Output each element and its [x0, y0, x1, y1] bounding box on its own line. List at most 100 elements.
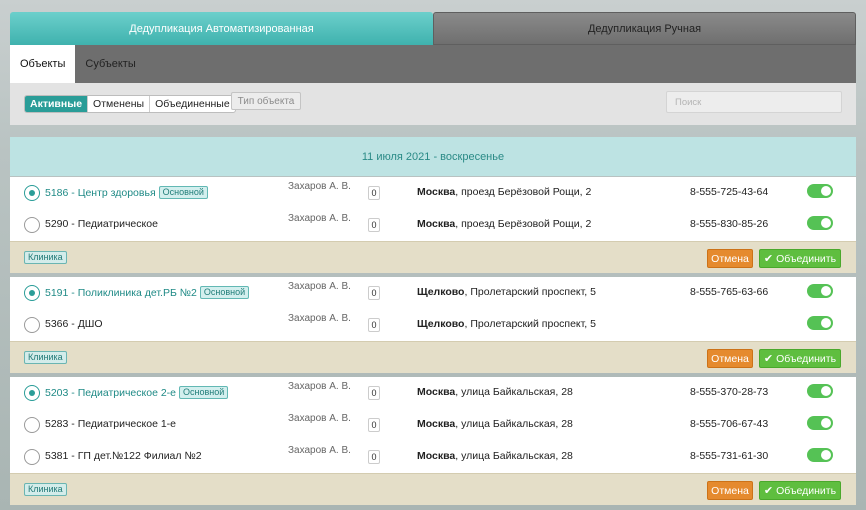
- main-radio[interactable]: [24, 285, 40, 301]
- tab-objects[interactable]: Объекты: [10, 45, 76, 83]
- address-city: Москва: [417, 186, 456, 198]
- merge-button[interactable]: ✔ Объединить: [759, 349, 841, 368]
- main-radio[interactable]: [24, 385, 40, 401]
- check-icon: ✔: [763, 485, 774, 497]
- object-name-text: 5186 - Центр здоровья: [45, 187, 156, 199]
- phone: 8-555-706-67-43: [690, 418, 769, 430]
- main-radio[interactable]: [24, 317, 40, 333]
- category-tag: Клиника: [24, 251, 67, 264]
- search-input[interactable]: Поиск: [666, 91, 842, 113]
- address-street: , улица Байкальская, 28: [455, 418, 573, 430]
- responsible-person: Захаров А. В.: [288, 281, 351, 292]
- tab-manual-dedup[interactable]: Дедупликация Ручная: [433, 12, 856, 45]
- group-footer: Клиника Отмена ✔ Объединить: [10, 341, 856, 373]
- main-radio[interactable]: [24, 217, 40, 233]
- object-type-button[interactable]: Тип объекта: [231, 92, 301, 110]
- toggle-switch[interactable]: [807, 284, 833, 298]
- phone: 8-555-725-43-64: [690, 186, 769, 198]
- address-city: Москва: [417, 386, 456, 398]
- address-street: , проезд Берёзовой Рощи, 2: [455, 218, 592, 230]
- filter-cancelled[interactable]: Отменены: [88, 96, 151, 112]
- responsible-person: Захаров А. В.: [288, 213, 351, 224]
- count-badge: 0: [368, 286, 380, 300]
- table-row: 5191 - Поликлиника дет.РБ №2 Основной Заха…: [10, 277, 856, 309]
- address: Москва, проезд Берёзовой Рощи, 2: [417, 218, 591, 230]
- toggle-switch[interactable]: [807, 416, 833, 430]
- toggle-switch[interactable]: [807, 316, 833, 330]
- responsible-person: Захаров А. В.: [288, 381, 351, 392]
- object-name-text: 5290 - Педиатрическое: [45, 218, 158, 230]
- responsible-person: Захаров А. В.: [288, 313, 351, 324]
- object-name-text: 5381 - ГП дет.№122 Филиал №2: [45, 450, 202, 462]
- table-row: 5203 - Педиатрическое 2-е Основной Захаров…: [10, 377, 856, 409]
- tab-auto-dedup[interactable]: Дедупликация Автоматизированная: [10, 12, 433, 45]
- object-name: 5381 - ГП дет.№122 Филиал №2: [45, 450, 202, 462]
- address-city: Москва: [417, 418, 456, 430]
- address: Москва, улица Байкальская, 28: [417, 418, 573, 430]
- address-street: , проезд Берёзовой Рощи, 2: [455, 186, 592, 198]
- object-name: 5290 - Педиатрическое: [45, 218, 158, 230]
- table-row: 5186 - Центр здоровья Основной Захаров А. …: [10, 177, 856, 209]
- count-badge: 0: [368, 318, 380, 332]
- object-name[interactable]: 5186 - Центр здоровья Основной: [45, 186, 208, 199]
- filter-active[interactable]: Активные: [25, 96, 89, 112]
- merge-label: Объединить: [776, 484, 837, 497]
- cancel-button[interactable]: Отмена: [707, 249, 753, 268]
- table-row: 5366 - ДШО Захаров А. В. 0 Щелково, Пролета…: [10, 309, 856, 341]
- category-tag: Клиника: [24, 483, 67, 496]
- object-name-text: 5283 - Педиатрическое 1-е: [45, 418, 177, 430]
- phone: 8-555-765-63-66: [690, 286, 769, 298]
- phone: 8-555-731-61-30: [690, 450, 769, 462]
- phone: 8-555-370-28-73: [690, 386, 769, 398]
- object-name[interactable]: 5191 - Поликлиника дет.РБ №2 Основной: [45, 286, 250, 299]
- main-radio[interactable]: [24, 449, 40, 465]
- object-name-text: 5366 - ДШО: [45, 318, 103, 330]
- object-name: 5366 - ДШО: [45, 318, 103, 330]
- date-header: 11 июля 2021 - воскресенье: [10, 137, 856, 176]
- address-city: Москва: [417, 218, 456, 230]
- count-badge: 0: [368, 418, 380, 432]
- category-tag: Клиника: [24, 351, 67, 364]
- address-street: , Пролетарский проспект, 5: [464, 286, 596, 298]
- filter-merged[interactable]: Объединенные: [150, 96, 235, 112]
- merge-button[interactable]: ✔ Объединить: [759, 481, 841, 500]
- main-badge: Основной: [199, 286, 250, 299]
- count-badge: 0: [368, 386, 380, 400]
- count-badge: 0: [368, 450, 380, 464]
- group-footer: Клиника Отмена ✔ Объединить: [10, 473, 856, 505]
- main-tabs: Дедупликация Автоматизированная Дедуплик…: [10, 12, 856, 45]
- object-name[interactable]: 5203 - Педиатрическое 2-е Основной: [45, 386, 229, 399]
- responsible-person: Захаров А. В.: [288, 445, 351, 456]
- cancel-button[interactable]: Отмена: [707, 481, 753, 500]
- address-city: Щелково: [417, 318, 465, 330]
- table-row: 5381 - ГП дет.№122 Филиал №2 Захаров А. В…: [10, 441, 856, 473]
- object-name-text: 5203 - Педиатрическое 2-е: [45, 387, 177, 399]
- filter-bar: Активные Отменены Объединенные Тип объек…: [10, 83, 856, 125]
- merge-button[interactable]: ✔ Объединить: [759, 249, 841, 268]
- address: Москва, улица Байкальская, 28: [417, 386, 573, 398]
- tab-subjects[interactable]: Субъекты: [75, 45, 145, 83]
- status-filter: Активные Отменены Объединенные: [24, 95, 236, 113]
- check-icon: ✔: [763, 353, 774, 365]
- group-footer: Клиника Отмена ✔ Объединить: [10, 241, 856, 273]
- main-radio[interactable]: [24, 185, 40, 201]
- address-city: Щелково: [417, 286, 465, 298]
- address-street: , Пролетарский проспект, 5: [464, 318, 596, 330]
- toggle-switch[interactable]: [807, 184, 833, 198]
- duplicate-group: 5186 - Центр здоровья Основной Захаров А. …: [10, 177, 856, 273]
- toggle-switch[interactable]: [807, 448, 833, 462]
- count-badge: 0: [368, 218, 380, 232]
- address: Москва, проезд Берёзовой Рощи, 2: [417, 186, 591, 198]
- address: Москва, улица Байкальская, 28: [417, 450, 573, 462]
- merge-label: Объединить: [776, 352, 837, 365]
- toggle-switch[interactable]: [807, 216, 833, 230]
- duplicate-group: 5191 - Поликлиника дет.РБ №2 Основной Заха…: [10, 277, 856, 373]
- check-icon: ✔: [763, 253, 774, 265]
- address-city: Москва: [417, 450, 456, 462]
- main-badge: Основной: [158, 186, 208, 199]
- main-badge: Основной: [179, 386, 229, 399]
- cancel-button[interactable]: Отмена: [707, 349, 753, 368]
- toggle-switch[interactable]: [807, 384, 833, 398]
- main-radio[interactable]: [24, 417, 40, 433]
- responsible-person: Захаров А. В.: [288, 413, 351, 424]
